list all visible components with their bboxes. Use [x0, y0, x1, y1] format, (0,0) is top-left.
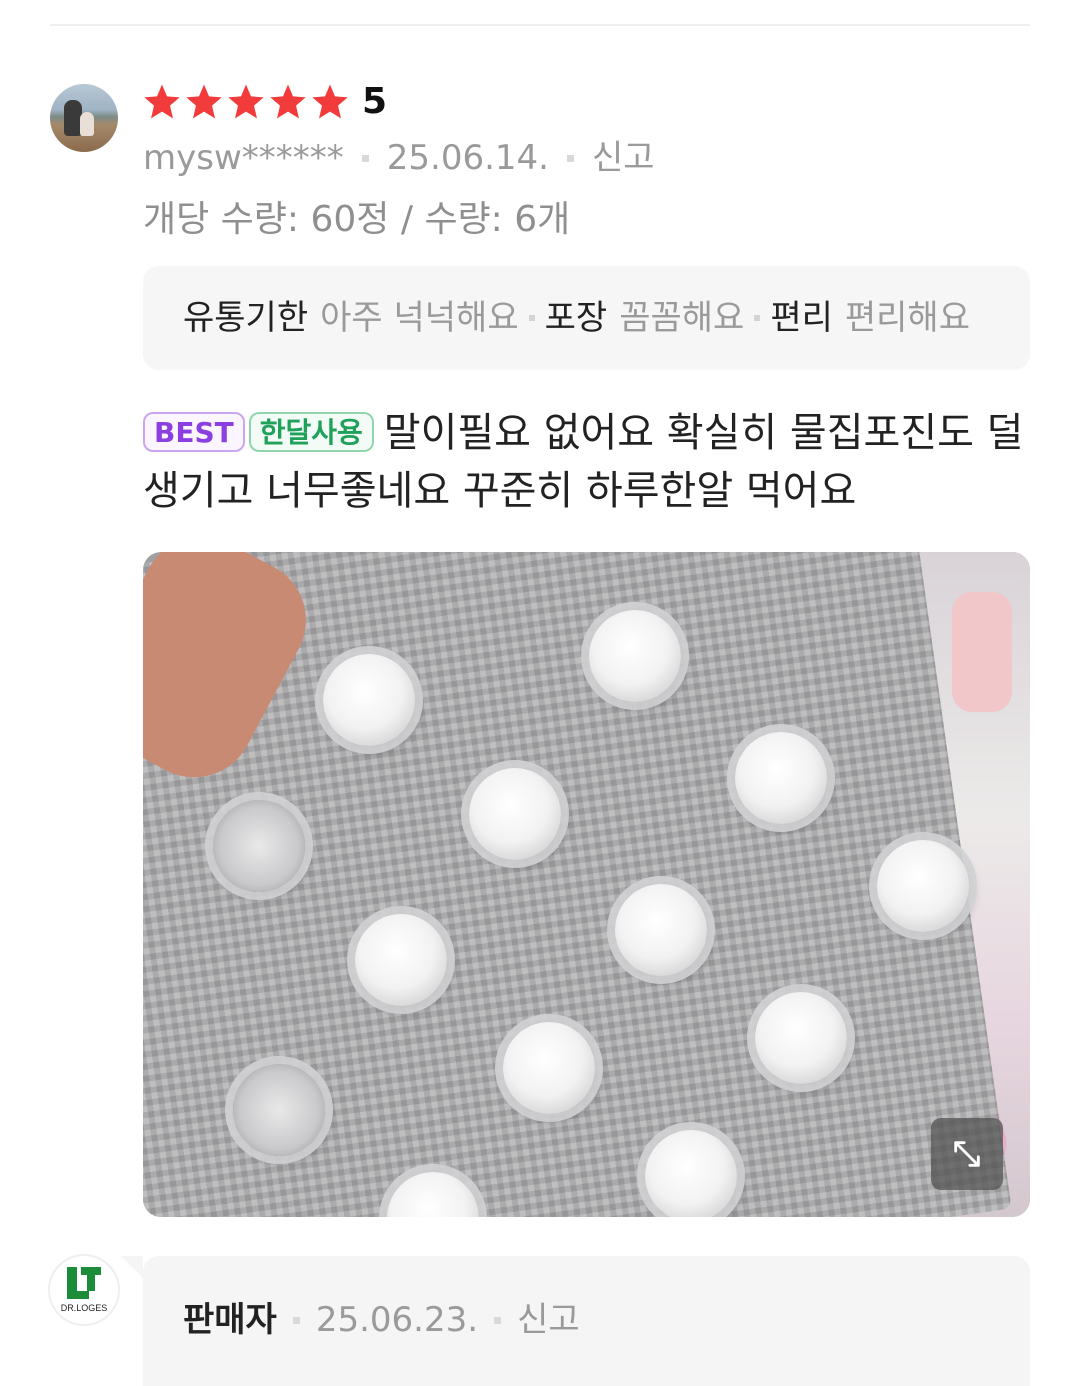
pill	[735, 732, 827, 824]
separator-dot	[292, 1316, 300, 1324]
separator-dot	[494, 1316, 502, 1324]
best-badge: BEST	[143, 412, 245, 452]
separator-dot	[566, 154, 574, 162]
star-icon	[270, 84, 306, 119]
pill	[323, 654, 415, 746]
pill-empty	[213, 800, 305, 892]
seller-reply-meta: 판매자 25.06.23. 신고	[183, 1296, 580, 1344]
reply-date: 25.06.23.	[315, 1300, 479, 1340]
user-avatar[interactable]	[50, 84, 118, 152]
pill	[503, 1022, 595, 1114]
review-photo[interactable]	[143, 552, 1030, 1217]
attribute-value: 꼼꼼해요	[619, 298, 745, 338]
star-icon	[186, 84, 222, 119]
reply-notch	[121, 1256, 143, 1278]
avatar-figure-child	[80, 112, 94, 136]
star-icon	[144, 84, 180, 119]
pill	[355, 914, 447, 1006]
pill	[469, 768, 561, 860]
expand-icon	[954, 1141, 980, 1167]
attribute-key: 편리	[770, 298, 833, 338]
top-divider	[50, 24, 1030, 26]
star-icon	[228, 84, 264, 119]
option-info: 개당 수량: 60정 / 수량: 6개	[143, 199, 571, 240]
attribute-key: 유통기한	[183, 298, 309, 338]
attribute-summary: 유통기한 아주 넉넉해요 포장 꼼꼼해요 편리 편리해요	[143, 266, 1030, 370]
pill	[615, 884, 707, 976]
seller-logo-icon	[67, 1267, 101, 1299]
month-use-badge: 한달사용	[248, 412, 374, 452]
attribute-value: 편리해요	[844, 298, 970, 338]
seller-logo-text: DR.LOGES	[60, 1303, 108, 1313]
separator-dot	[361, 154, 369, 162]
pill	[645, 1130, 737, 1217]
pill	[877, 840, 969, 932]
star-icon	[312, 84, 348, 119]
expand-photo-button[interactable]	[931, 1118, 1003, 1190]
star-rating	[142, 82, 350, 122]
seller-avatar: DR.LOGES	[50, 1256, 118, 1324]
attribute-value: 아주 넉넉해요	[320, 298, 519, 338]
separator-dot	[528, 315, 535, 321]
review-text-block: BEST 한달사용 말이필요 없어요 확실히 물집포진도 덜생기고 너무좋네요 꾸준…	[143, 404, 1030, 520]
report-link[interactable]: 신고	[517, 1296, 580, 1344]
rating-value: 5	[362, 81, 388, 122]
report-link[interactable]: 신고	[592, 136, 655, 180]
user-id: mysw******	[143, 138, 344, 178]
review-meta: mysw****** 25.06.14. 신고	[143, 136, 655, 180]
seller-label: 판매자	[183, 1300, 277, 1340]
seller-reply: 판매자 25.06.23. 신고	[143, 1256, 1030, 1386]
pill	[589, 610, 681, 702]
photo-background-package	[952, 592, 1012, 712]
pill	[755, 992, 847, 1084]
pill-empty	[233, 1064, 325, 1156]
attribute-key: 포장	[544, 298, 608, 338]
review-date: 25.06.14.	[386, 138, 549, 178]
separator-dot	[754, 315, 761, 321]
